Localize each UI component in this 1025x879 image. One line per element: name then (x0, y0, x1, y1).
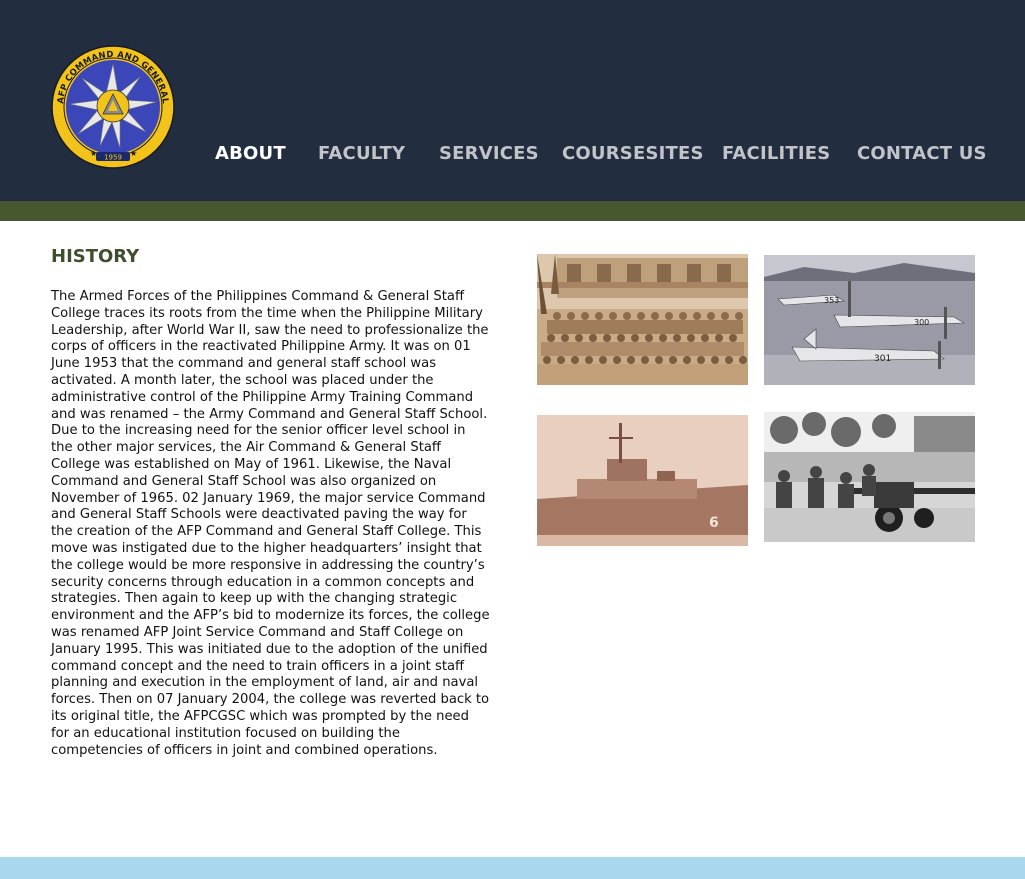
nav-coursesites[interactable]: COURSESITES (562, 143, 704, 164)
aircraft-tail-number: 300 (914, 318, 929, 327)
aircraft-tail-number: 353 (824, 296, 839, 305)
svg-text:★: ★ (130, 149, 137, 158)
photo-officers-group (537, 254, 748, 385)
history-heading: HISTORY (51, 246, 140, 267)
photo-navy-ship: 6 (537, 415, 748, 546)
photo-aircraft: 353 300 301 (764, 255, 975, 386)
history-text: The Armed Forces of the Philippines Comm… (51, 289, 490, 758)
nav-facilities[interactable]: FACILITIES (722, 143, 830, 164)
college-seal-logo[interactable]: 1959 AFP COMMAND AND GENERAL STAFF COLLE… (50, 44, 176, 170)
accent-band (0, 201, 1025, 221)
nav-about[interactable]: ABOUT (215, 143, 286, 164)
nav-contact-us[interactable]: CONTACT US (857, 143, 987, 164)
nav-faculty[interactable]: FACULTY (318, 143, 405, 164)
photo-artillery-crew (764, 412, 975, 543)
ship-hull-number: 6 (709, 515, 719, 531)
svg-text:★: ★ (90, 149, 97, 158)
site-header: 1959 AFP COMMAND AND GENERAL STAFF COLLE… (0, 0, 1025, 201)
nav-services[interactable]: SERVICES (439, 143, 539, 164)
aircraft-tail-number: 301 (874, 354, 891, 364)
footer-band (0, 857, 1025, 879)
svg-text:1959: 1959 (104, 154, 122, 162)
